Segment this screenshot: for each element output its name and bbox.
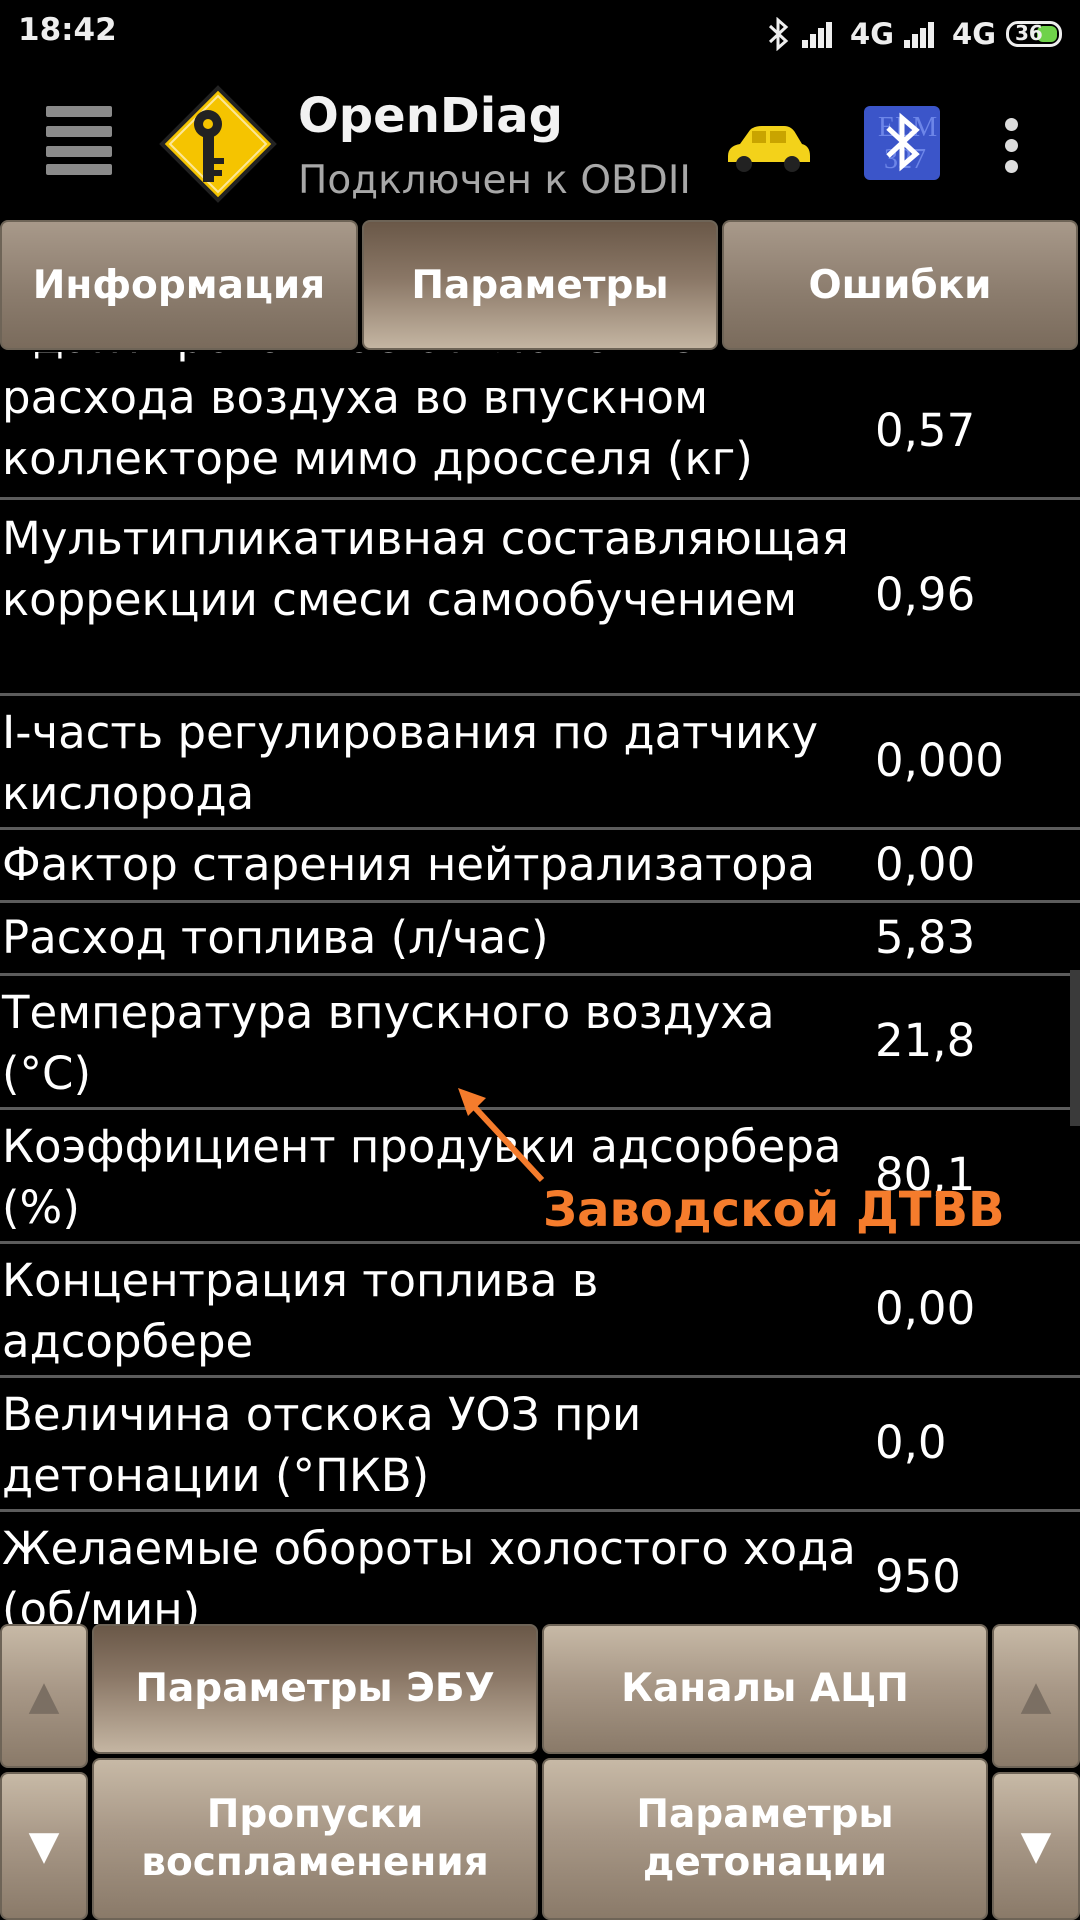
- tab-parameters[interactable]: Параметры: [362, 220, 718, 350]
- status-icons: 4G 4G 36: [766, 14, 1062, 54]
- parameter-name: Адаптированное отклонение расхода воздух…: [2, 352, 753, 485]
- network-type-1: 4G: [850, 17, 895, 51]
- parameter-name: Желаемые обороты холостого хода (об/мин): [2, 1522, 856, 1624]
- table-row[interactable]: I-часть регулирования по датчику кислоро…: [0, 696, 1080, 830]
- parameter-value: 0,00: [875, 838, 976, 891]
- arrow-up-icon: ▲: [28, 1673, 60, 1719]
- table-row[interactable]: Желаемые обороты холостого хода (об/мин)…: [0, 1512, 1080, 1624]
- key-logo-icon: [159, 85, 277, 203]
- scrollbar[interactable]: [1070, 970, 1080, 1126]
- status-time: 18:42: [18, 12, 117, 48]
- scroll-up-left-button[interactable]: ▲: [0, 1624, 88, 1768]
- signal-icon: [904, 20, 942, 48]
- parameter-value: 0,00: [875, 1282, 976, 1335]
- tab-errors[interactable]: Ошибки: [722, 220, 1078, 350]
- parameter-value: 5,83: [875, 911, 976, 964]
- scroll-down-left-button[interactable]: ▼: [0, 1772, 88, 1920]
- parameter-name: Фактор старения нейтрализатора: [2, 838, 816, 891]
- arrow-down-icon: ▼: [1020, 1823, 1052, 1869]
- connection-status: Подключен к OBDII: [298, 158, 691, 203]
- table-row[interactable]: Адаптированное отклонение расхода воздух…: [0, 352, 1080, 500]
- bottom-panel: ▲ Параметры ЭБУ Каналы АЦП ▲ ▼ Пропуски …: [0, 1624, 1080, 1920]
- network-type-2: 4G: [952, 17, 996, 51]
- adc-channels-button[interactable]: Каналы АЦП: [542, 1624, 988, 1754]
- parameter-name: Величина отскока УОЗ при детонации (°ПКВ…: [2, 1388, 642, 1502]
- elm327-bluetooth-icon[interactable]: ELM 327: [864, 106, 940, 180]
- parameter-value: 0,0: [875, 1416, 947, 1469]
- table-row[interactable]: Фактор старения нейтрализатора 0,00: [0, 830, 1080, 903]
- scroll-down-right-button[interactable]: ▼: [992, 1772, 1080, 1920]
- parameter-list[interactable]: Адаптированное отклонение расхода воздух…: [0, 352, 1080, 1624]
- table-row[interactable]: Мультипликативная составляющая коррекции…: [0, 500, 1080, 696]
- parameter-value: 0,96: [875, 568, 976, 621]
- parameter-value: 0,000: [875, 734, 1004, 787]
- parameter-value: 0,57: [875, 404, 976, 457]
- car-icon[interactable]: [722, 122, 812, 174]
- main-tabs: Информация Параметры Ошибки: [0, 220, 1080, 352]
- app-title: OpenDiag: [298, 88, 563, 144]
- app-bar: OpenDiag Подключен к OBDII ELM 327: [0, 66, 1080, 218]
- bluetooth-icon: [769, 17, 789, 51]
- battery-icon: 36: [1006, 21, 1062, 47]
- parameter-value: 21,8: [875, 1014, 976, 1067]
- tab-information[interactable]: Информация: [0, 220, 358, 350]
- overflow-menu-icon[interactable]: [1005, 118, 1019, 174]
- arrow-up-icon: ▲: [1020, 1673, 1052, 1719]
- knock-params-button[interactable]: Параметры детонации: [542, 1758, 988, 1920]
- menu-icon[interactable]: [46, 104, 112, 176]
- table-row[interactable]: Концентрация топлива в адсорбере 0,00: [0, 1244, 1080, 1378]
- annotation-arrow-icon: [458, 1088, 545, 1183]
- annotation-label: Заводской ДТВВ: [543, 1182, 1005, 1238]
- parameter-name: Мультипликативная составляющая коррекции…: [2, 512, 849, 626]
- parameter-name: Температура впускного воздуха (°C): [2, 986, 775, 1100]
- parameter-name: Расход топлива (л/час): [2, 911, 549, 964]
- scroll-up-right-button[interactable]: ▲: [992, 1624, 1080, 1768]
- signal-icon: [802, 20, 840, 48]
- params-ecu-button[interactable]: Параметры ЭБУ: [92, 1624, 538, 1754]
- status-bar: 18:42 4G 4G 36: [0, 0, 1080, 66]
- parameter-name: Концентрация топлива в адсорбере: [2, 1254, 599, 1368]
- table-row[interactable]: Расход топлива (л/час) 5,83: [0, 903, 1080, 976]
- svg-text:327: 327: [884, 144, 926, 175]
- parameter-value: 950: [875, 1550, 961, 1603]
- table-row[interactable]: Величина отскока УОЗ при детонации (°ПКВ…: [0, 1378, 1080, 1512]
- arrow-down-icon: ▼: [28, 1823, 60, 1869]
- misfires-button[interactable]: Пропуски воспламенения: [92, 1758, 538, 1920]
- parameter-name: I-часть регулирования по датчику кислоро…: [2, 706, 819, 820]
- battery-level: 36: [1015, 21, 1043, 45]
